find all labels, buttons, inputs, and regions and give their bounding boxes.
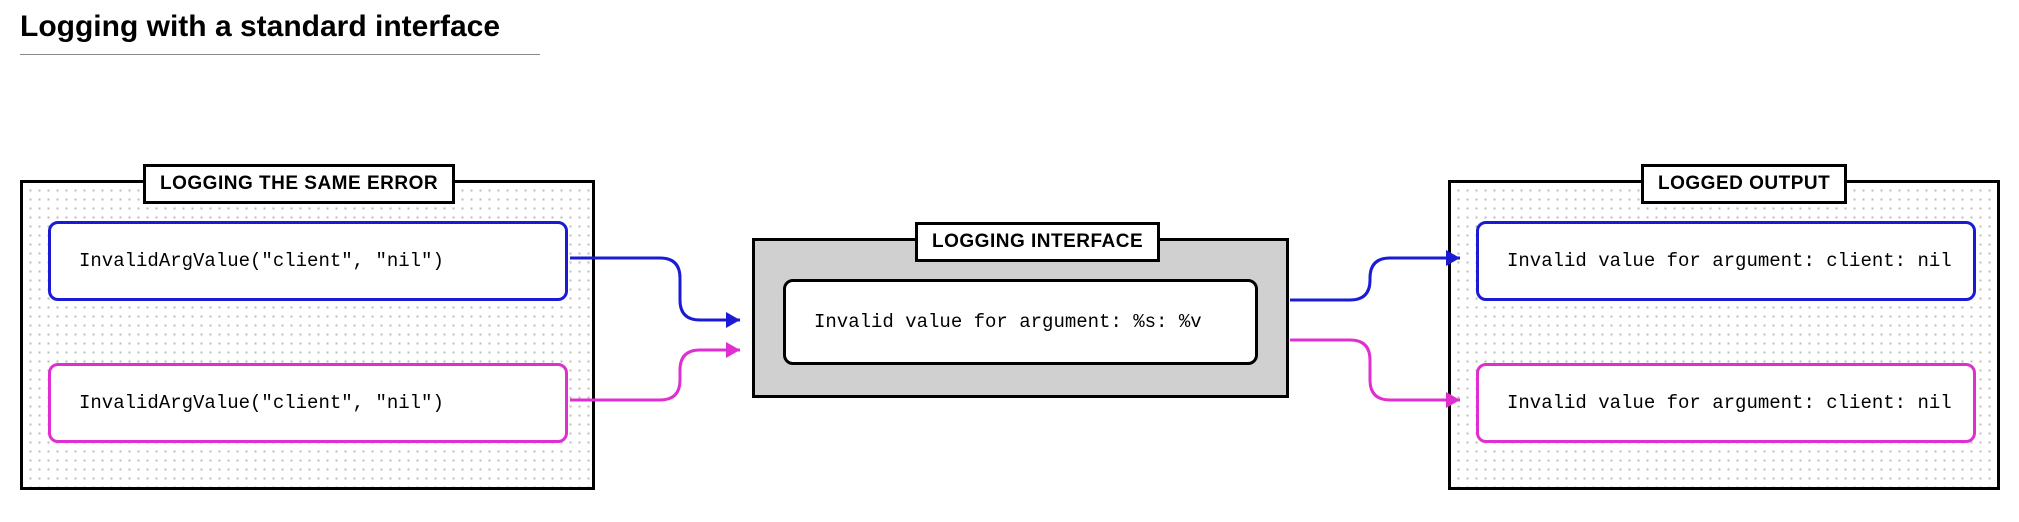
- input-call-1: InvalidArgValue("client", "nil"): [48, 221, 568, 301]
- output-line-2: Invalid value for argument: client: nil: [1476, 363, 1976, 443]
- right-panel-label: LOGGED OUTPUT: [1641, 164, 1847, 204]
- right-panel: LOGGED OUTPUT Invalid value for argument…: [1448, 180, 2000, 490]
- page-title: Logging with a standard interface: [20, 10, 540, 55]
- format-template: Invalid value for argument: %s: %v: [783, 279, 1258, 365]
- input-call-2: InvalidArgValue("client", "nil"): [48, 363, 568, 443]
- left-panel: LOGGING THE SAME ERROR InvalidArgValue("…: [20, 180, 595, 490]
- output-line-1: Invalid value for argument: client: nil: [1476, 221, 1976, 301]
- diagram-root: Logging with a standard interface LOGGIN…: [0, 0, 2019, 522]
- center-panel: LOGGING INTERFACE Invalid value for argu…: [752, 238, 1289, 398]
- center-panel-label: LOGGING INTERFACE: [915, 222, 1160, 262]
- left-panel-label: LOGGING THE SAME ERROR: [143, 164, 455, 204]
